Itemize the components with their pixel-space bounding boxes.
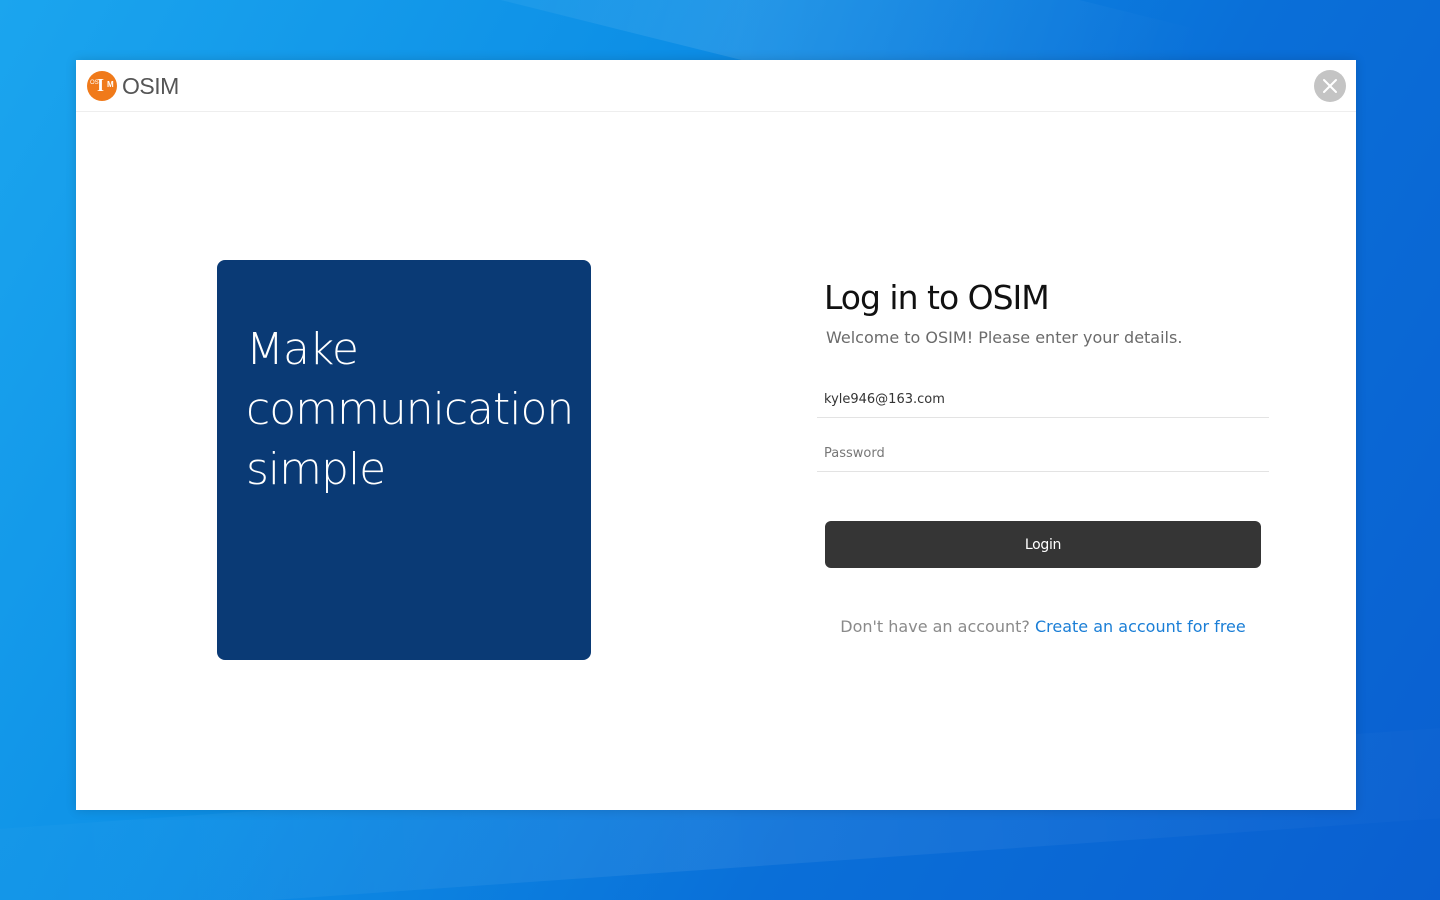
- hero-line: Make: [246, 324, 359, 375]
- password-input[interactable]: [824, 441, 1254, 465]
- login-title: Log in to OSIM: [824, 278, 1050, 317]
- signup-question: Don't have an account?: [840, 617, 1030, 636]
- login-button[interactable]: Login: [825, 521, 1261, 568]
- hero-line: simple: [246, 444, 386, 495]
- email-field: [817, 381, 1269, 418]
- email-input[interactable]: [824, 387, 1254, 411]
- logo-mark-m: M: [107, 80, 114, 89]
- create-account-link[interactable]: Create an account for free: [1035, 617, 1246, 636]
- password-field: [817, 435, 1269, 472]
- close-icon: [1323, 79, 1337, 93]
- signup-prompt: Don't have an account? Create an account…: [825, 617, 1261, 636]
- title-bar: OS I M OSIM: [76, 60, 1356, 112]
- logo-mark-i: I: [97, 75, 105, 95]
- login-window: OS I M OSIM Make communication simple Lo…: [76, 60, 1356, 810]
- desktop-background: OS I M OSIM Make communication simple Lo…: [0, 0, 1440, 900]
- hero-tagline: Make communication simple: [246, 320, 586, 500]
- close-button[interactable]: [1314, 70, 1346, 102]
- hero-line: communication: [246, 384, 574, 435]
- app-name: OSIM: [122, 72, 179, 99]
- app-logo: OS I M OSIM: [87, 71, 179, 101]
- hero-panel: Make communication simple: [217, 260, 591, 660]
- login-subtitle: Welcome to OSIM! Please enter your detai…: [826, 328, 1183, 347]
- osim-logo-icon: OS I M: [87, 71, 117, 101]
